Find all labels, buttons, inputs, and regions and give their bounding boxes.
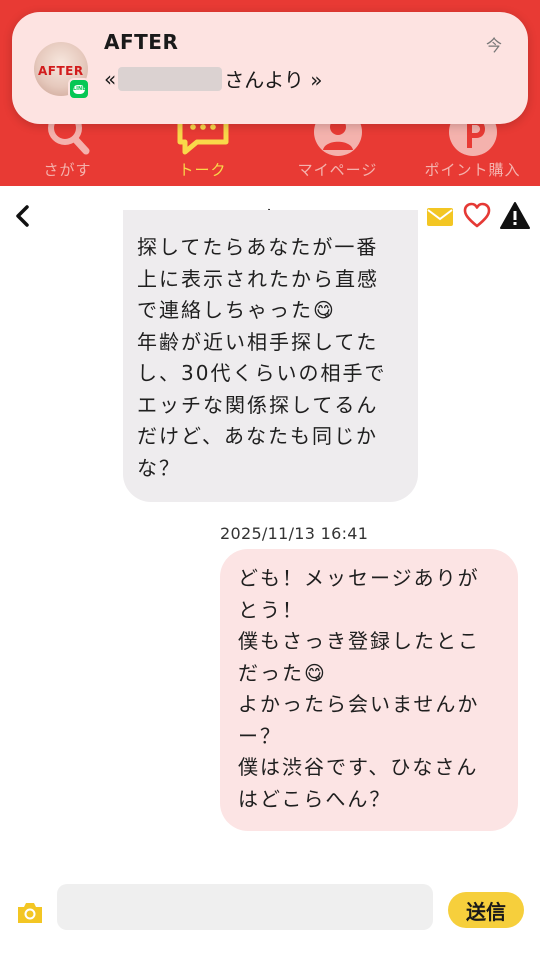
redacted-sender-name [118, 66, 223, 91]
notification-time: 今 [485, 36, 502, 55]
tab-search-label: さがす [43, 161, 92, 179]
line-badge-icon: LINE [68, 78, 90, 100]
tab-talk-label: トーク [178, 161, 227, 179]
tab-mypage-label: マイページ [297, 161, 378, 179]
warning-icon[interactable] [499, 200, 531, 232]
incoming-message-text: 探してたらあなたが一番 上に表示されたから直感 で連絡しちゃった😋 年齢が近い相… [137, 235, 387, 480]
notification-title: AFTER [104, 30, 179, 54]
heart-icon[interactable] [463, 200, 491, 232]
outgoing-message-text: ども！メッセージありが とう！ 僕もさっき登録したとこ だった😋 よかったら会い… [238, 566, 480, 811]
outgoing-message-bubble: ども！メッセージありが とう！ 僕もさっき登録したとこ だった😋 よかったら会い… [220, 549, 518, 831]
camera-icon[interactable] [16, 901, 44, 925]
mail-icon[interactable] [426, 200, 454, 232]
message-timestamp: 2025/11/13 16:41 [220, 524, 369, 543]
push-notification-banner[interactable]: AFTER LINE AFTER « さんより » 今 [12, 12, 528, 124]
message-input[interactable] [57, 884, 433, 930]
notification-body-prefix: « [104, 66, 117, 91]
send-button[interactable]: 送信 [448, 892, 524, 928]
notification-body-suffix: さんより » [224, 68, 323, 92]
notification-body: « さんより » [104, 64, 322, 93]
incoming-message-bubble: 探してたらあなたが一番 上に表示されたから直感 で連絡しちゃった😋 年齢が近い相… [123, 210, 418, 502]
tab-points-label: ポイント購入 [424, 161, 521, 179]
avatar-logo-text: AFTER [38, 64, 84, 78]
